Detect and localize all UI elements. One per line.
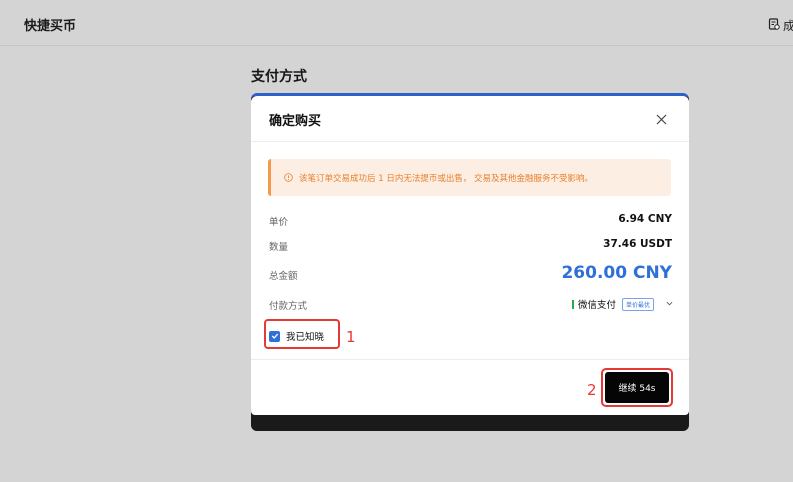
acknowledge-checkbox[interactable]: 我已知晓	[269, 329, 324, 343]
close-icon	[656, 114, 666, 124]
checkbox-checked-icon	[269, 330, 280, 342]
chevron-down-icon	[658, 299, 673, 310]
dialog-header: 确定购买	[251, 96, 689, 142]
footer-divider	[251, 359, 689, 360]
step-1-marker: 1	[346, 328, 356, 346]
wechat-pay-icon	[571, 299, 574, 309]
info-icon	[284, 173, 293, 182]
orders-label: 成	[783, 19, 793, 33]
total-amount-label: 总金额	[269, 271, 298, 282]
unit-price-value: 6.94 CNY	[618, 213, 672, 225]
notice-banner: 该笔订单交易成功后 1 日内无法提币或出售， 交易及其他金融服务不受影响。	[268, 159, 671, 196]
payment-method-label: 付款方式	[269, 301, 308, 312]
acknowledge-label: 我已知晓	[286, 332, 325, 343]
best-price-badge: 单价最优	[621, 297, 654, 311]
total-amount-value: 260.00 CNY	[561, 263, 672, 283]
quantity-label: 数量	[269, 242, 289, 253]
top-bar: 快捷买币 成	[0, 0, 793, 46]
orders-icon	[768, 18, 780, 33]
continue-button[interactable]: 继续 54s	[605, 372, 669, 403]
quantity-value: 37.46 USDT	[603, 238, 672, 250]
close-button[interactable]	[653, 111, 669, 127]
section-title: 支付方式	[251, 69, 307, 85]
notice-text: 该笔订单交易成功后 1 日内无法提币或出售， 交易及其他金融服务不受影响。	[299, 173, 594, 184]
payment-method-value: 微信支付	[577, 300, 616, 311]
orders-link[interactable]: 成	[768, 17, 793, 34]
dialog-title: 确定购买	[269, 114, 322, 129]
unit-price-label: 单价	[269, 217, 289, 228]
page-title: 快捷买币	[24, 19, 77, 34]
payment-method-select[interactable]: 微信支付 单价最优	[571, 297, 673, 311]
confirm-purchase-dialog: 确定购买 该笔订单交易成功后 1 日内无法提币或出售， 交易及其他金融服务不受影…	[251, 96, 689, 415]
step-2-marker: 2	[587, 381, 597, 399]
